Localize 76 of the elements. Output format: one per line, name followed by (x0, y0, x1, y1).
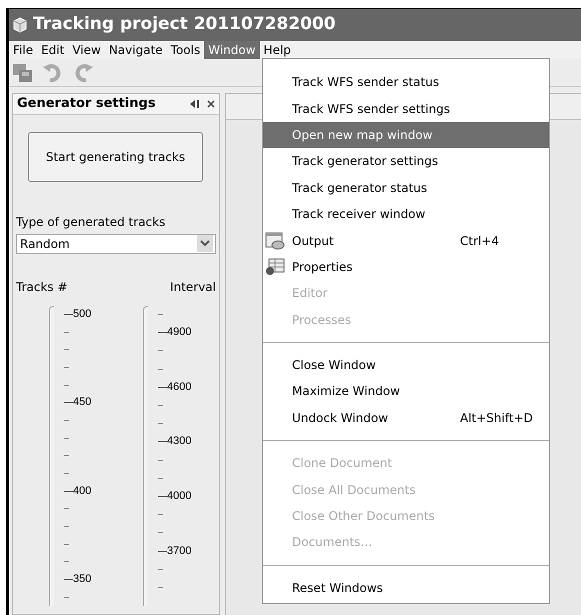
slider-label: Interval (170, 278, 216, 296)
tick-label: 500 (73, 308, 92, 320)
major-tick (64, 314, 73, 315)
minor-tick (64, 366, 69, 368)
minor-tick (158, 460, 163, 461)
save-all-icon[interactable] (12, 62, 34, 82)
minor-tick (64, 561, 69, 562)
menu-option[interactable]: Reset Windows (263, 574, 549, 602)
minor-tick (158, 314, 163, 316)
console-window-icon (265, 232, 285, 250)
minor-tick (64, 420, 69, 421)
tick-label: 400 (73, 486, 92, 497)
panel-title: Generator settings (17, 95, 157, 113)
menu-option[interactable]: Track generator status (263, 174, 549, 201)
tick-label: 4600 (167, 382, 192, 393)
minor-tick (64, 473, 69, 474)
tick-label: 4300 (167, 436, 192, 448)
close-icon[interactable] (207, 100, 215, 108)
minor-tick (158, 350, 163, 352)
tick-label: 3700 (167, 546, 192, 557)
minor-tick (158, 568, 163, 570)
cube-icon (13, 17, 27, 33)
tick-label: 350 (73, 574, 92, 586)
menu-option[interactable]: Properties (263, 254, 549, 280)
minor-tick (158, 368, 163, 370)
major-tick (158, 332, 167, 334)
slider-track[interactable] (49, 306, 54, 606)
menu-option[interactable]: Track WFS sender settings (263, 95, 549, 122)
minor-tick (64, 384, 69, 386)
menu-option[interactable]: Track receiver window (263, 200, 549, 228)
minor-tick (158, 478, 163, 479)
menu-item[interactable]: Window (204, 41, 260, 59)
type-label: Type of generated tracks (16, 214, 166, 230)
major-tick (158, 386, 167, 388)
minor-tick (64, 526, 69, 528)
menu-item[interactable]: Help (260, 41, 295, 59)
major-tick (64, 579, 73, 580)
major-tick (64, 402, 73, 404)
minor-tick (64, 438, 69, 439)
menu-item[interactable]: Edit (37, 41, 68, 59)
menu-option[interactable]: Close Window (263, 352, 549, 378)
minor-tick (158, 532, 163, 534)
slider-label: Tracks # (16, 278, 68, 296)
tick-label: 450 (73, 397, 92, 408)
minor-tick (158, 423, 163, 424)
minor-tick (64, 596, 69, 598)
minor-tick (158, 586, 163, 588)
major-tick (64, 490, 73, 492)
menu-item[interactable]: Tools (166, 41, 204, 59)
minor-tick (158, 405, 163, 406)
major-tick (158, 441, 167, 442)
menu-item[interactable]: View (68, 41, 105, 59)
property-sheet-icon (265, 258, 285, 276)
minor-tick (158, 514, 163, 516)
major-tick (158, 496, 167, 497)
minor-tick (64, 349, 69, 350)
menu-option[interactable]: Track WFS sender status (263, 69, 549, 96)
type-dropdown[interactable]: Random (16, 234, 216, 254)
window-title: Tracking project 201107282000 (33, 13, 336, 36)
tick-label: 4000 (167, 490, 192, 502)
minor-tick (64, 544, 69, 545)
tick-label: 4900 (167, 327, 192, 338)
minor-tick (64, 455, 69, 456)
slider-track[interactable] (143, 306, 148, 606)
major-tick (158, 550, 167, 552)
menu-option[interactable]: Track generator settings (263, 148, 549, 175)
minimize-icon[interactable] (189, 98, 201, 109)
menu-option[interactable]: Undock Window Alt+Shift+D (263, 404, 549, 432)
minor-tick (64, 332, 69, 333)
menu-option[interactable]: Open new map window (263, 122, 549, 148)
menu-option[interactable]: Output Ctrl+4 (263, 227, 549, 254)
minor-tick (64, 508, 69, 510)
menu-option[interactable]: Maximize Window (263, 378, 549, 405)
menu-item[interactable]: File (9, 41, 38, 59)
menu-item[interactable]: Navigate (104, 41, 167, 59)
start-button[interactable]: Start generating tracks (28, 132, 203, 182)
